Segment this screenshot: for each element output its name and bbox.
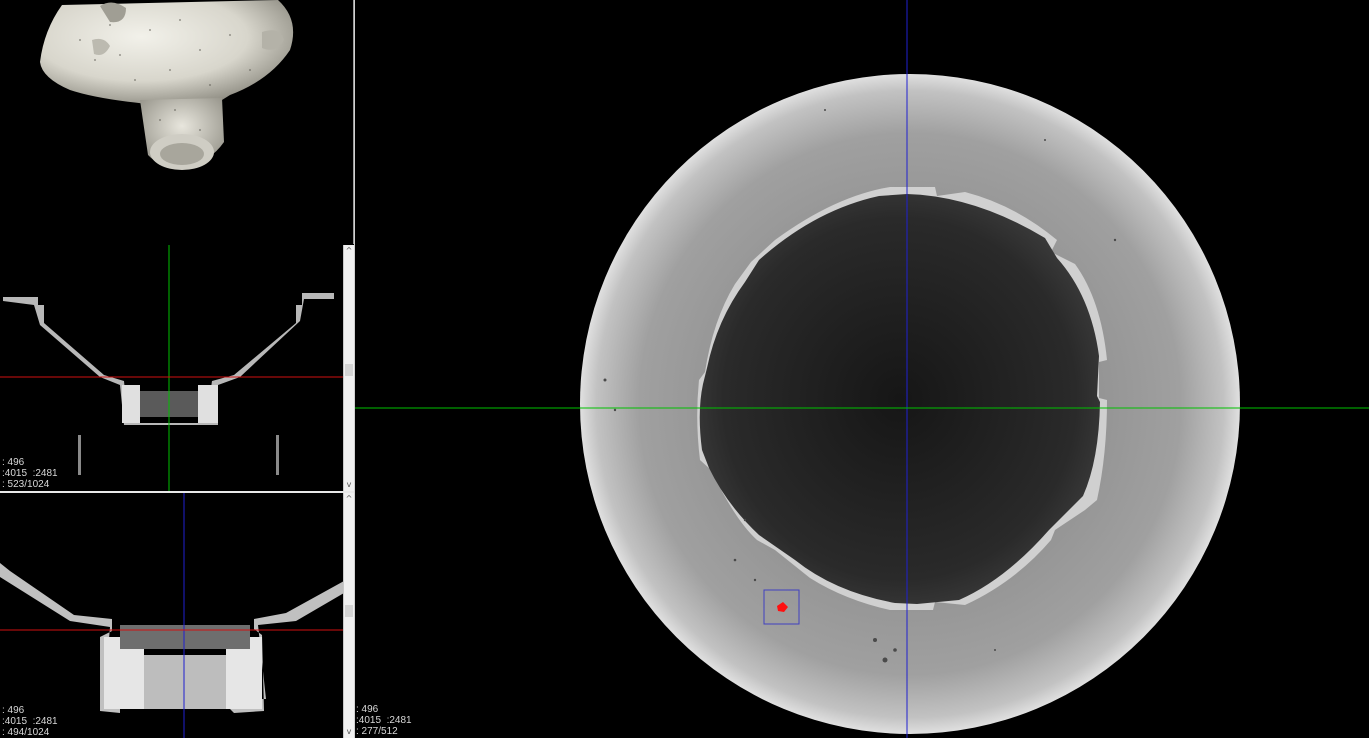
coronal-slice-image xyxy=(0,493,344,738)
coronal-scrollbar[interactable]: ^ v xyxy=(343,493,354,738)
sagittal-view[interactable]: : 496 :4015 :2481 : 523/1024 xyxy=(0,245,344,491)
coronal-scrollbar-thumb[interactable] xyxy=(345,605,353,617)
render-3d-model-image xyxy=(40,0,294,170)
sagittal-scrollbar[interactable]: ^ v xyxy=(343,245,354,491)
sagittal-info-line-3: : 523/1024 xyxy=(2,479,50,490)
axial-info-line-2: :4015 :2481 xyxy=(356,715,412,726)
chevron-down-icon[interactable]: v xyxy=(344,480,354,490)
axial-info-line-1: : 496 xyxy=(356,704,379,715)
sagittal-scrollbar-thumb[interactable] xyxy=(345,364,353,376)
axial-view[interactable]: : 496 :4015 :2481 : 277/512 xyxy=(354,0,1369,738)
sagittal-info-line-1: : 496 xyxy=(2,457,25,468)
axial-info-line-3: : 277/512 xyxy=(356,726,398,737)
coronal-info-line-1: : 496 xyxy=(2,705,25,716)
sagittal-slice-image xyxy=(0,245,344,491)
chevron-down-icon[interactable]: v xyxy=(344,727,354,737)
coronal-info-line-3: : 494/1024 xyxy=(2,727,50,738)
chevron-up-icon[interactable]: ^ xyxy=(344,246,354,256)
axial-slice-image xyxy=(355,0,1369,738)
sagittal-info-line-2: :4015 :2481 xyxy=(2,468,58,479)
chevron-up-icon[interactable]: ^ xyxy=(344,494,354,504)
render-3d-view[interactable] xyxy=(0,0,353,244)
coronal-view[interactable]: : 496 :4015 :2481 : 494/1024 xyxy=(0,493,344,738)
coronal-info-line-2: :4015 :2481 xyxy=(2,716,58,727)
